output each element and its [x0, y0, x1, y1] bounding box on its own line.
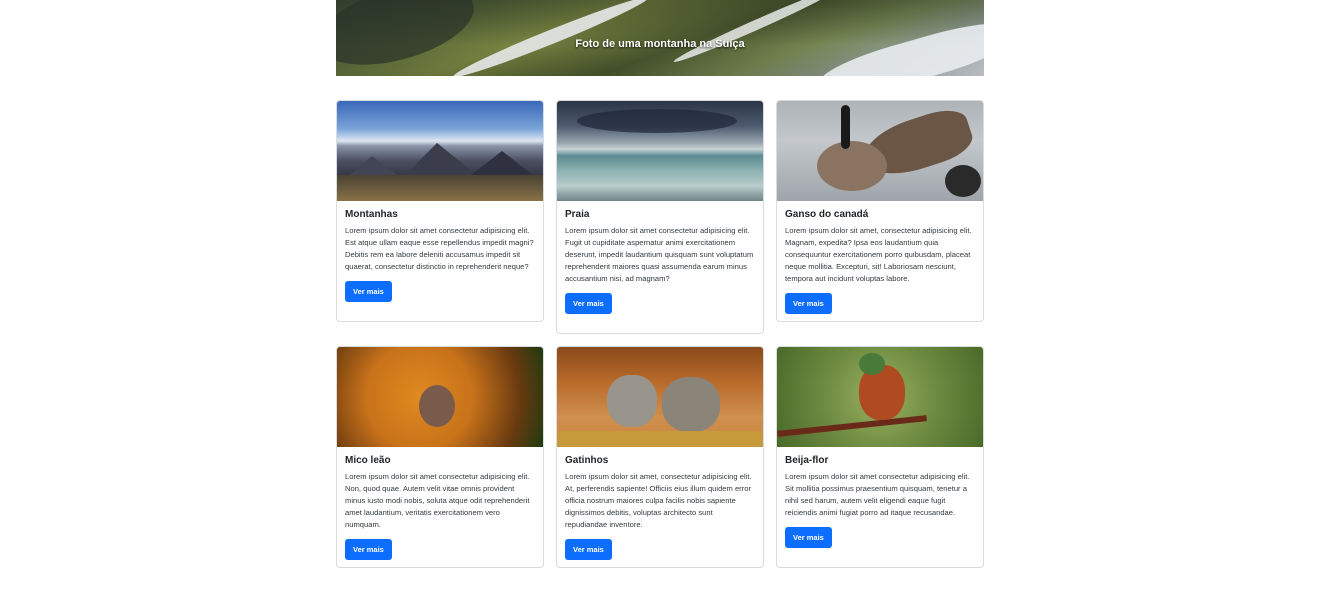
card-body: Praia Lorem ipsum dolor sit amet consect… [557, 201, 763, 322]
card-title: Gatinhos [565, 455, 609, 466]
card-montanhas: Montanhas Lorem ipsum dolor sit amet con… [336, 100, 544, 322]
ver-mais-button[interactable]: Ver mais [565, 293, 612, 314]
hero-caption: Foto de uma montanha na Suíça [575, 38, 745, 50]
card-title: Praia [565, 209, 590, 220]
card-praia: Praia Lorem ipsum dolor sit amet consect… [556, 100, 764, 334]
card-text: Lorem ipsum dolor sit amet consectetur a… [565, 226, 754, 283]
hero-banner: Foto de uma montanha na Suíça [336, 0, 984, 76]
card-text: Lorem ipsum dolor sit amet, consectetur … [565, 472, 752, 529]
card-body: Ganso do canadá Lorem ipsum dolor sit am… [777, 201, 983, 321]
card-title: Beija-flor [785, 455, 829, 466]
card-text: Lorem ipsum dolor sit amet consectetur a… [345, 472, 530, 529]
card-ganso: Ganso do canadá Lorem ipsum dolor sit am… [776, 100, 984, 322]
page: Foto de uma montanha na Suíça Montanhas … [0, 0, 1318, 598]
card-image-mountains [337, 101, 543, 201]
card-image-hummingbird [777, 347, 983, 447]
card-image-kittens [557, 347, 763, 447]
card-body: Montanhas Lorem ipsum dolor sit amet con… [337, 201, 543, 310]
card-image-beach [557, 101, 763, 201]
card-gatinhos: Gatinhos Lorem ipsum dolor sit amet, con… [556, 346, 764, 568]
ver-mais-button[interactable]: Ver mais [345, 281, 392, 302]
hero-image-snow [671, 0, 841, 67]
ver-mais-button[interactable]: Ver mais [345, 539, 392, 560]
ver-mais-button[interactable]: Ver mais [785, 293, 832, 314]
card-body: Mico leão Lorem ipsum dolor sit amet con… [337, 447, 543, 567]
card-text: Lorem ipsum dolor sit amet, consectetur … [785, 226, 972, 283]
card-mico-leao: Mico leão Lorem ipsum dolor sit amet con… [336, 346, 544, 568]
card-body: Beija-flor Lorem ipsum dolor sit amet co… [777, 447, 983, 556]
card-title: Ganso do canadá [785, 209, 869, 220]
card-text: Lorem ipsum dolor sit amet consectetur a… [345, 226, 534, 271]
card-text: Lorem ipsum dolor sit amet consectetur a… [785, 472, 970, 517]
card-image-monkey [337, 347, 543, 447]
card-body: Gatinhos Lorem ipsum dolor sit amet, con… [557, 447, 763, 567]
card-title: Montanhas [345, 209, 398, 220]
card-beija-flor: Beija-flor Lorem ipsum dolor sit amet co… [776, 346, 984, 568]
ver-mais-button[interactable]: Ver mais [785, 527, 832, 548]
ver-mais-button[interactable]: Ver mais [565, 539, 612, 560]
card-image-goose [777, 101, 983, 201]
card-title: Mico leão [345, 455, 391, 466]
